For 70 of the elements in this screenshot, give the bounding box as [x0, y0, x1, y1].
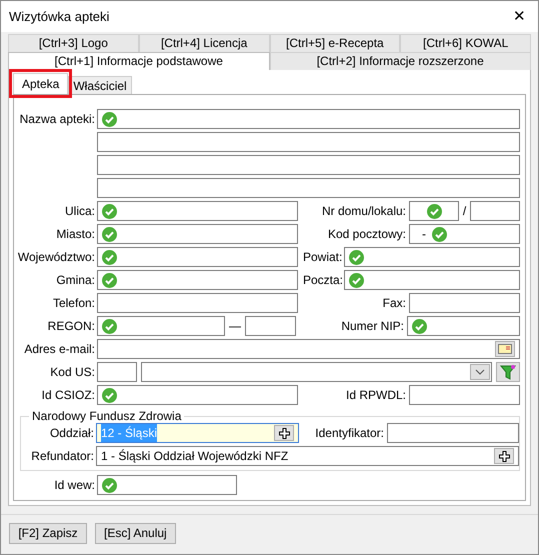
text-field[interactable] — [97, 178, 520, 198]
envelope-icon — [498, 344, 512, 354]
text-field[interactable] — [409, 293, 520, 313]
footer-button[interactable]: [Esc] Anuluj — [95, 523, 176, 544]
field-label: Telefon: — [52, 295, 95, 312]
text-field[interactable] — [470, 201, 520, 221]
text-field[interactable] — [97, 316, 225, 336]
text-field[interactable] — [97, 362, 137, 382]
separator-text: — — [229, 318, 241, 335]
field-label: Ulica: — [64, 203, 95, 220]
field-label: Nr domu/lokalu: — [320, 203, 406, 220]
field-label: Adres e-mail: — [23, 341, 95, 358]
text-field[interactable] — [344, 247, 520, 267]
separator-text: / — [462, 203, 466, 220]
field-label: Kod pocztowy: — [326, 226, 406, 243]
close-button[interactable]: ✕ — [509, 9, 530, 24]
text-field[interactable] — [97, 293, 298, 313]
tab[interactable]: [Ctrl+2] Informacje rozszerzone — [270, 52, 531, 70]
field-label: Kod US: — [49, 364, 95, 381]
tab[interactable]: [Ctrl+1] Informacje podstawowe — [8, 52, 270, 70]
filter-button[interactable] — [496, 362, 520, 382]
text-field[interactable] — [97, 247, 298, 267]
tab[interactable]: [Ctrl+3] Logo — [8, 34, 139, 52]
text-field[interactable] — [97, 224, 298, 244]
filter-icon — [500, 364, 516, 380]
add-button[interactable] — [274, 425, 294, 441]
chevron-down-icon — [475, 369, 485, 375]
text-field[interactable]: 1 - Śląski Oddział Wojewódzki NFZ — [96, 446, 519, 466]
field-label: Poczta: — [303, 272, 341, 289]
text-field[interactable] — [409, 385, 520, 405]
field-label: Województwo: — [16, 249, 95, 266]
field-label: Id CSIOZ: — [40, 387, 95, 404]
text-field[interactable] — [344, 270, 520, 290]
text-field[interactable] — [97, 270, 298, 290]
text-field[interactable] — [97, 339, 520, 359]
field-label: Identyfikator: — [314, 425, 384, 442]
field-label: Fax: — [382, 295, 406, 312]
text-field[interactable] — [97, 155, 520, 175]
field-label: Gmina: — [55, 272, 95, 289]
text-field[interactable] — [97, 109, 520, 129]
field-label: Refundator: — [30, 448, 94, 465]
text-field[interactable] — [97, 385, 298, 405]
field-label: Oddział: — [48, 425, 94, 442]
text-field[interactable] — [407, 316, 520, 336]
field-label: REGON: — [46, 318, 95, 335]
tab[interactable]: [Ctrl+5] e-Recepta — [270, 34, 400, 52]
field-label: Numer NIP: — [340, 318, 404, 335]
tab[interactable]: [Ctrl+6] KOWAL — [400, 34, 531, 52]
field-label: Nazwa apteki: — [18, 111, 95, 128]
plus-icon — [278, 428, 290, 438]
tab[interactable]: Właściciel — [68, 76, 132, 94]
text-field[interactable]: - — [409, 224, 520, 244]
text-field[interactable] — [245, 316, 296, 336]
plus-icon — [498, 450, 510, 462]
dropdown-button[interactable] — [470, 364, 490, 380]
footer-button[interactable]: [F2] Zapisz — [9, 523, 87, 544]
field-label: Powiat: — [303, 249, 341, 266]
field-label: Id RPWDL: — [344, 387, 406, 404]
window-title: Wizytówka apteki — [9, 8, 110, 26]
add-button[interactable] — [494, 448, 514, 464]
tab[interactable]: [Ctrl+4] Licencja — [138, 34, 270, 52]
text-field[interactable] — [387, 423, 519, 443]
field-label: Miasto: — [55, 226, 95, 243]
text-field[interactable] — [97, 475, 237, 495]
text-field[interactable] — [409, 201, 459, 221]
email-button[interactable] — [495, 341, 515, 357]
text-field[interactable] — [97, 201, 298, 221]
dropdown-field[interactable] — [141, 362, 492, 382]
field-label: Id wew: — [53, 477, 95, 494]
text-field[interactable] — [97, 132, 520, 152]
